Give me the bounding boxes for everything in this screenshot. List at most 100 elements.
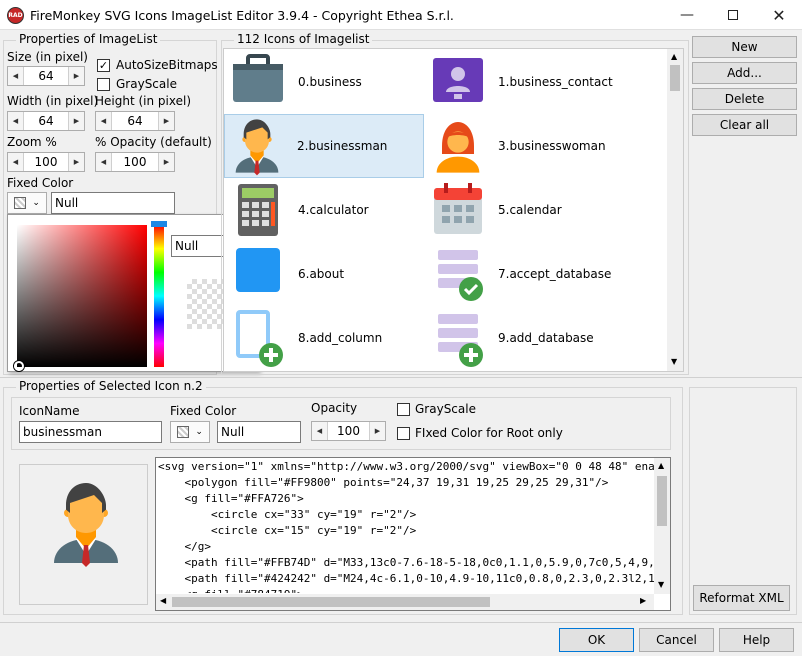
selected-opacity-value[interactable]: 100	[328, 422, 369, 440]
businessman-preview-icon	[54, 483, 118, 567]
xml-line[interactable]: <circle cx="33" cy="19" r="2"/>	[158, 507, 654, 523]
spin-right-icon[interactable]: ▶	[158, 153, 174, 171]
height-spinner[interactable]: ◀ 64 ▶	[95, 111, 175, 131]
splitter[interactable]	[0, 377, 802, 378]
add-button[interactable]: Add...	[692, 62, 797, 84]
icon-item-calendar[interactable]: 5.calendar	[426, 178, 626, 242]
xml-line[interactable]: <svg version="1" xmlns="http://www.w3.or…	[158, 459, 654, 475]
delete-button[interactable]: Delete	[692, 88, 797, 110]
width-value[interactable]: 64	[24, 112, 68, 130]
maximize-button[interactable]	[710, 0, 756, 30]
maximize-icon	[728, 10, 738, 20]
iconname-label: IconName	[19, 404, 80, 418]
close-icon: ✕	[772, 5, 786, 25]
size-spinner[interactable]: ◀ 64 ▶	[7, 66, 85, 86]
new-button[interactable]: New	[692, 36, 797, 58]
size-value[interactable]: 64	[24, 67, 68, 85]
iconname-field[interactable]: businessman	[19, 421, 162, 443]
color-gradient-area[interactable]	[17, 225, 147, 367]
scroll-down-icon[interactable]: ▼	[671, 357, 677, 366]
ok-button[interactable]: OK	[559, 628, 634, 652]
spin-left-icon[interactable]: ◀	[312, 422, 328, 440]
title-bar: RAD FireMonkey SVG Icons ImageList Edito…	[0, 0, 802, 30]
fixed-root-checkbox[interactable]	[397, 427, 410, 440]
scroll-down-icon[interactable]: ▼	[658, 580, 664, 589]
xml-editor[interactable]: <svg version="1" xmlns="http://www.w3.or…	[155, 457, 671, 611]
icon-item-label: 4.calculator	[298, 203, 369, 217]
spin-left-icon[interactable]: ◀	[8, 112, 24, 130]
icon-item-add-database[interactable]: 9.add_database	[426, 306, 626, 370]
xml-line[interactable]: <path fill="#424242" d="M24,4c-6.1,0-10,…	[158, 571, 654, 587]
selected-grayscale-label: GrayScale	[415, 402, 476, 416]
spin-right-icon[interactable]: ▶	[68, 153, 84, 171]
icon-item-label: 2.businessman	[297, 139, 388, 153]
autosize-checkbox[interactable]: ✓	[97, 59, 110, 72]
xml-hscrollbar[interactable]: ◀ ▶	[156, 594, 654, 610]
height-value[interactable]: 64	[112, 112, 158, 130]
icon-item-business[interactable]: 0.business	[226, 50, 426, 114]
scroll-up-icon[interactable]: ▲	[658, 461, 664, 470]
clear-all-button[interactable]: Clear all	[692, 114, 797, 136]
grayscale-checkbox[interactable]	[97, 78, 110, 91]
selected-fixed-color-button[interactable]: ⌄	[170, 421, 210, 443]
xml-line[interactable]: <circle cx="15" cy="19" r="2"/>	[158, 523, 654, 539]
spin-right-icon[interactable]: ▶	[369, 422, 385, 440]
color-swatch-icon	[177, 426, 190, 438]
zoom-spinner[interactable]: ◀ 100 ▶	[7, 152, 85, 172]
spin-left-icon[interactable]: ◀	[96, 153, 112, 171]
close-button[interactable]: ✕	[756, 0, 802, 30]
window-title: FireMonkey SVG Icons ImageList Editor 3.…	[30, 8, 454, 23]
selected-opacity-spinner[interactable]: ◀ 100 ▶	[311, 421, 386, 441]
selected-grayscale-checkbox[interactable]	[397, 403, 410, 416]
fixed-color-field[interactable]: Null	[51, 192, 175, 214]
icon-item-businesswoman[interactable]: 3.businesswoman	[426, 114, 626, 178]
scroll-thumb[interactable]	[172, 597, 490, 607]
chevron-down-icon: ⌄	[32, 198, 40, 208]
xml-text[interactable]: <svg version="1" xmlns="http://www.w3.or…	[158, 459, 654, 593]
help-button[interactable]: Help	[719, 628, 794, 652]
opacity-default-spinner[interactable]: ◀ 100 ▶	[95, 152, 175, 172]
scroll-left-icon[interactable]: ◀	[160, 596, 166, 605]
height-label: Height (in pixel)	[95, 94, 191, 108]
icon-item-accept-database[interactable]: 7.accept_database	[426, 242, 626, 306]
hue-handle-icon[interactable]	[151, 221, 167, 227]
fixed-color-button[interactable]: ⌄	[7, 192, 47, 214]
xml-line[interactable]: <g fill="#784719">	[158, 587, 654, 593]
icons-scrollbar[interactable]: ▲ ▼	[667, 49, 683, 371]
icon-item-about[interactable]: 6.about	[226, 242, 426, 306]
xml-line[interactable]: </g>	[158, 539, 654, 555]
spin-right-icon[interactable]: ▶	[158, 112, 174, 130]
icon-item-businessman[interactable]: 2.businessman	[224, 114, 424, 178]
width-spinner[interactable]: ◀ 64 ▶	[7, 111, 85, 131]
xml-line[interactable]: <path fill="#FFB74D" d="M33,13c0-7.6-18-…	[158, 555, 654, 571]
color-cursor-icon[interactable]	[14, 361, 24, 371]
spin-left-icon[interactable]: ◀	[8, 153, 24, 171]
icon-item-add-column[interactable]: 8.add_column	[226, 306, 426, 370]
selected-fixed-color-field[interactable]: Null	[217, 421, 301, 443]
scroll-right-icon[interactable]: ▶	[640, 596, 646, 605]
icon-item-business-contact[interactable]: 1.business_contact	[426, 50, 626, 114]
spin-right-icon[interactable]: ▶	[68, 112, 84, 130]
xml-vscrollbar[interactable]: ▲ ▼	[654, 458, 670, 594]
minimize-button[interactable]: —	[664, 0, 710, 30]
spin-right-icon[interactable]: ▶	[68, 67, 84, 85]
zoom-value[interactable]: 100	[24, 153, 68, 171]
cancel-button[interactable]: Cancel	[639, 628, 714, 652]
chevron-down-icon: ⌄	[195, 427, 203, 437]
icon-item-calculator[interactable]: 4.calculator	[226, 178, 426, 242]
icon-item-label: 3.businesswoman	[498, 139, 606, 153]
scroll-thumb[interactable]	[657, 476, 667, 526]
add-database-icon	[426, 306, 490, 370]
spin-left-icon[interactable]: ◀	[8, 67, 24, 85]
scroll-thumb[interactable]	[670, 65, 680, 91]
hue-slider[interactable]	[154, 225, 164, 367]
accept-database-icon	[426, 242, 490, 306]
scroll-up-icon[interactable]: ▲	[671, 52, 677, 61]
xml-line[interactable]: <g fill="#FFA726">	[158, 491, 654, 507]
spin-left-icon[interactable]: ◀	[96, 112, 112, 130]
reformat-xml-button[interactable]: Reformat XML	[693, 585, 790, 611]
xml-line[interactable]: <polygon fill="#FF9800" points="24,37 19…	[158, 475, 654, 491]
icons-list[interactable]: 0.business 1.business_contact 2.business…	[223, 48, 684, 372]
opacity-default-value[interactable]: 100	[112, 153, 158, 171]
minimize-icon: —	[680, 7, 694, 23]
